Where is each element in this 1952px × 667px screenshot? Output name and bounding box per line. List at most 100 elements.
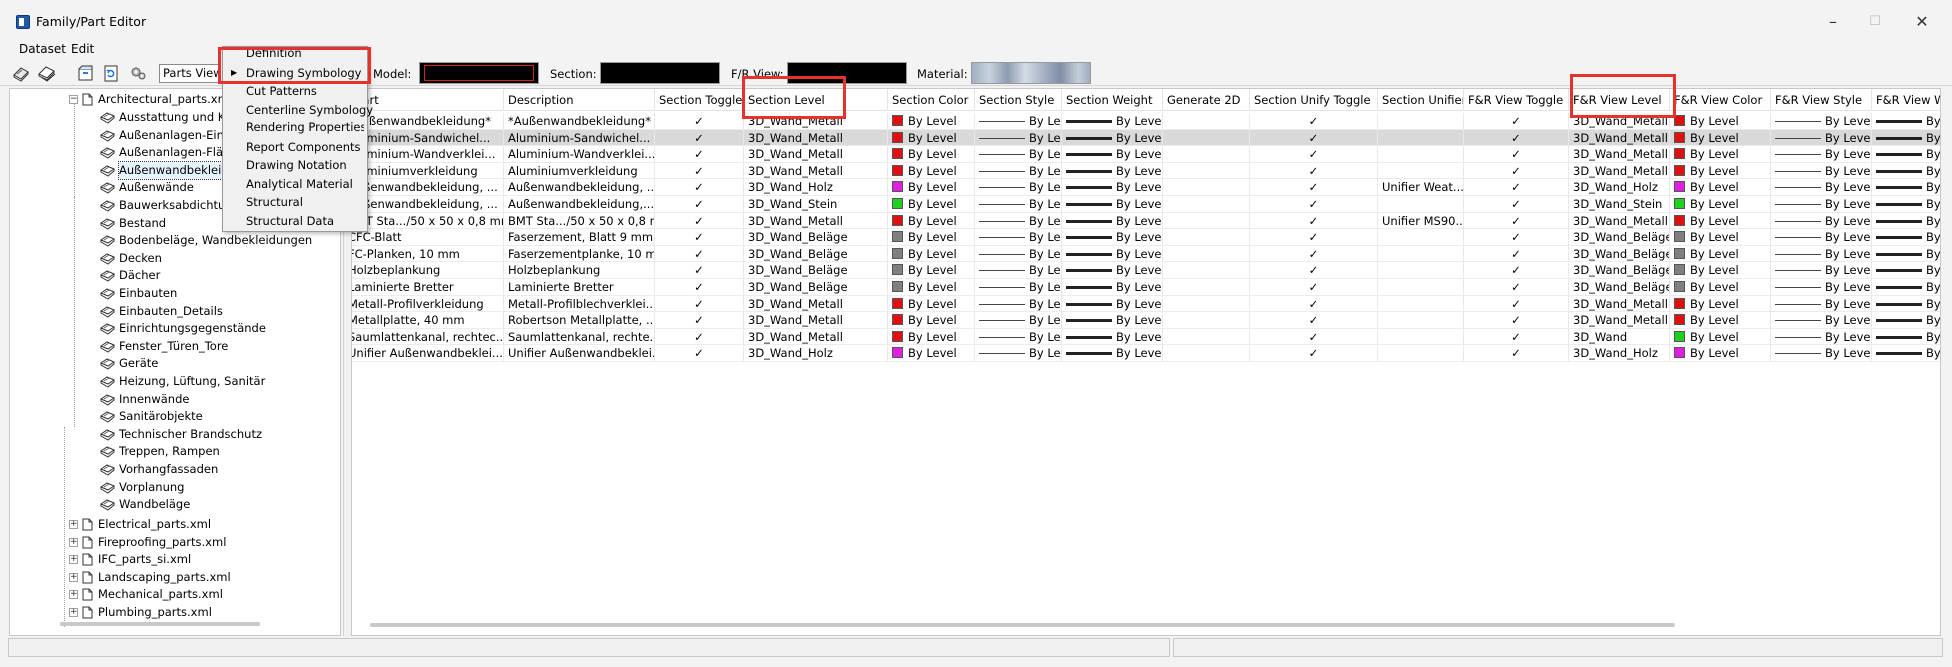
cell-fr-view-color[interactable]: By Level — [1670, 328, 1771, 345]
cell-checkmark[interactable]: ✓ — [655, 279, 744, 295]
cell-part[interactable]: BMT Sta.../50 x 50 x 0,8 mm — [352, 212, 504, 229]
cell-part[interactable]: FC-Planken, 10 mm — [352, 245, 504, 262]
cell-fr-view-level[interactable]: 3D_Wand_Holz — [1569, 179, 1670, 196]
cell-fr-view-level[interactable]: 3D_Wand_Metall — [1569, 295, 1670, 312]
cell-checkmark[interactable]: ✓ — [1250, 162, 1378, 179]
context-menu-item[interactable]: Report Components — [246, 138, 364, 156]
cell-checkmark[interactable]: ✓ — [655, 245, 744, 262]
table-row[interactable]: Holzbeplankung Holzbeplankung ✓ 3D_Wand_Bel… — [352, 262, 1940, 279]
cell-description[interactable]: Aluminium-Sandwichel... — [504, 129, 655, 146]
cell-sec-weight[interactable]: By Level — [1062, 279, 1163, 295]
cell-section-level[interactable]: 3D_Wand_Metall — [744, 162, 888, 179]
cell-section-unifier[interactable] — [1378, 295, 1464, 312]
tree-item[interactable]: Technischer Brandschutz — [100, 426, 262, 443]
cell-sec-style[interactable]: By Level — [975, 262, 1062, 279]
cell-sec-style[interactable]: By Level — [975, 113, 1062, 129]
cell-checkmark[interactable]: ✓ — [1250, 262, 1378, 279]
cell-fr-view-level[interactable]: 3D_Wand_Beläge — [1569, 245, 1670, 262]
cell-generate-2d[interactable] — [1163, 279, 1250, 295]
cell-sec-style[interactable]: By Level — [975, 212, 1062, 229]
cell-section-unifier[interactable] — [1378, 229, 1464, 246]
cell-sec-style[interactable]: By Level — [975, 328, 1062, 345]
context-menu-item[interactable]: Structural Data — [246, 212, 364, 230]
cell-description[interactable]: Faserzementplanke, 10 mm — [504, 245, 655, 262]
tree-root-item[interactable]: + IFC_parts_si.xml — [69, 551, 191, 568]
tree-item[interactable]: Einbauten — [100, 285, 177, 302]
cell-sec-style[interactable]: By Level — [975, 146, 1062, 163]
cell-fr-weight[interactable]: By Level — [1872, 279, 1940, 295]
table-row[interactable]: Außenwandbekleidung, ... Außenwandbekleid… — [352, 196, 1940, 213]
cell-fr-weight[interactable]: By Level — [1872, 246, 1940, 262]
tree-item[interactable]: Bauwerksabdichtung — [100, 197, 240, 214]
cell-fr-weight[interactable]: By Level — [1872, 262, 1940, 278]
cell-checkmark[interactable]: ✓ — [1250, 146, 1378, 163]
cell-sec-weight[interactable]: By Level — [1062, 129, 1163, 146]
cell-fr-view-color[interactable]: By Level — [1670, 279, 1771, 295]
tree-item[interactable]: Bestand — [100, 215, 166, 232]
cell-sec-weight[interactable]: By Level — [1062, 312, 1163, 329]
cell-generate-2d[interactable] — [1163, 229, 1250, 246]
maximize-button[interactable]: ☐ — [1853, 8, 1897, 36]
cell-checkmark[interactable]: ✓ — [1464, 312, 1569, 329]
context-menu-item[interactable]: Centerline Symbology — [246, 101, 373, 119]
cell-generate-2d[interactable] — [1163, 212, 1250, 229]
cell-fr-weight[interactable]: By Level — [1872, 213, 1940, 229]
cell-checkmark[interactable]: ✓ — [1464, 262, 1569, 279]
cell-checkmark[interactable]: ✓ — [1250, 279, 1378, 295]
cell-checkmark[interactable]: ✓ — [1464, 212, 1569, 229]
column-header[interactable]: Section Color — [888, 89, 975, 111]
cell-sec-style[interactable]: By Level — [975, 295, 1062, 312]
column-header[interactable]: F&R View Color — [1670, 89, 1771, 111]
cell-section-unifier[interactable] — [1378, 113, 1464, 129]
cell-sec-weight[interactable]: By Level — [1062, 245, 1163, 262]
cell-sec-style[interactable]: By Level — [975, 179, 1062, 196]
table-row[interactable]: Außenwandbekleidung, ... Außenwandbekleid… — [352, 179, 1940, 196]
cell-checkmark[interactable]: ✓ — [1464, 229, 1569, 246]
cell-sec-style[interactable]: By Level — [975, 279, 1062, 295]
cell-sec-style[interactable]: By Level — [975, 345, 1062, 362]
cell-fr-view-color[interactable]: By Level — [1670, 146, 1771, 163]
cell-part[interactable]: Außenwandbekleidung, ... — [352, 196, 504, 212]
cell-checkmark[interactable]: ✓ — [1250, 113, 1378, 129]
cell-section-unifier[interactable] — [1378, 328, 1464, 345]
tree-root-item[interactable]: + Fireproofing_parts.xml — [69, 534, 226, 551]
cell-sec-weight[interactable]: By Level — [1062, 229, 1163, 246]
cell-section-level[interactable]: 3D_Wand_Metall — [744, 212, 888, 229]
cell-fr-view-level[interactable]: 3D_Wand — [1569, 328, 1670, 345]
tree-item[interactable]: Treppen, Rampen — [100, 443, 220, 460]
cell-checkmark[interactable]: ✓ — [655, 196, 744, 212]
context-menu-item[interactable]: Cut Patterns — [246, 82, 364, 100]
menu-dataset[interactable]: Dataset — [19, 42, 66, 56]
cell-section-color[interactable]: By Level — [888, 146, 975, 163]
cell-fr-view-level[interactable]: 3D_Wand_Metall — [1569, 212, 1670, 229]
cell-generate-2d[interactable] — [1163, 262, 1250, 279]
cell-description[interactable]: Aluminiumverkleidung — [504, 162, 655, 179]
cell-generate-2d[interactable] — [1163, 345, 1250, 362]
cell-fr-view-color[interactable]: By Level — [1670, 179, 1771, 196]
column-header[interactable]: Section Level — [744, 89, 888, 111]
tree-item[interactable]: Heizung, Lüftung, Sanitär — [100, 373, 265, 390]
cell-fr-style[interactable]: By Level — [1771, 279, 1872, 295]
cell-sec-weight[interactable]: By Level — [1062, 146, 1163, 163]
cell-fr-style[interactable]: By Level — [1771, 196, 1872, 212]
cell-checkmark[interactable]: ✓ — [1464, 179, 1569, 196]
cell-fr-weight[interactable]: By Level — [1872, 163, 1940, 179]
model-field[interactable] — [419, 62, 539, 84]
cell-part[interactable]: Unifier Außenwandbeklei... — [352, 345, 504, 362]
cell-section-level[interactable]: 3D_Wand_Beläge — [744, 279, 888, 295]
cell-fr-view-color[interactable]: By Level — [1670, 245, 1771, 262]
cell-sec-style[interactable]: By Level — [975, 162, 1062, 179]
cell-fr-view-color[interactable]: By Level — [1670, 229, 1771, 246]
cell-section-color[interactable]: By Level — [888, 295, 975, 312]
table-row[interactable]: Saumlattenkanal, rechtec... Saumlattenkan… — [352, 328, 1940, 346]
tree-item[interactable]: Einrichtungsgegenstände — [100, 320, 266, 337]
cell-generate-2d[interactable] — [1163, 295, 1250, 312]
cell-section-unifier[interactable]: Unifier MS90... — [1378, 212, 1464, 229]
grid-horizontal-scrollbar[interactable] — [370, 623, 1675, 627]
cell-generate-2d[interactable] — [1163, 179, 1250, 196]
cell-fr-view-color[interactable]: By Level — [1670, 162, 1771, 179]
tree-item[interactable]: Fenster_Türen_Tore — [100, 338, 228, 355]
cell-checkmark[interactable]: ✓ — [1250, 312, 1378, 329]
cell-sec-weight[interactable]: By Level — [1062, 295, 1163, 312]
cell-checkmark[interactable]: ✓ — [1250, 196, 1378, 212]
